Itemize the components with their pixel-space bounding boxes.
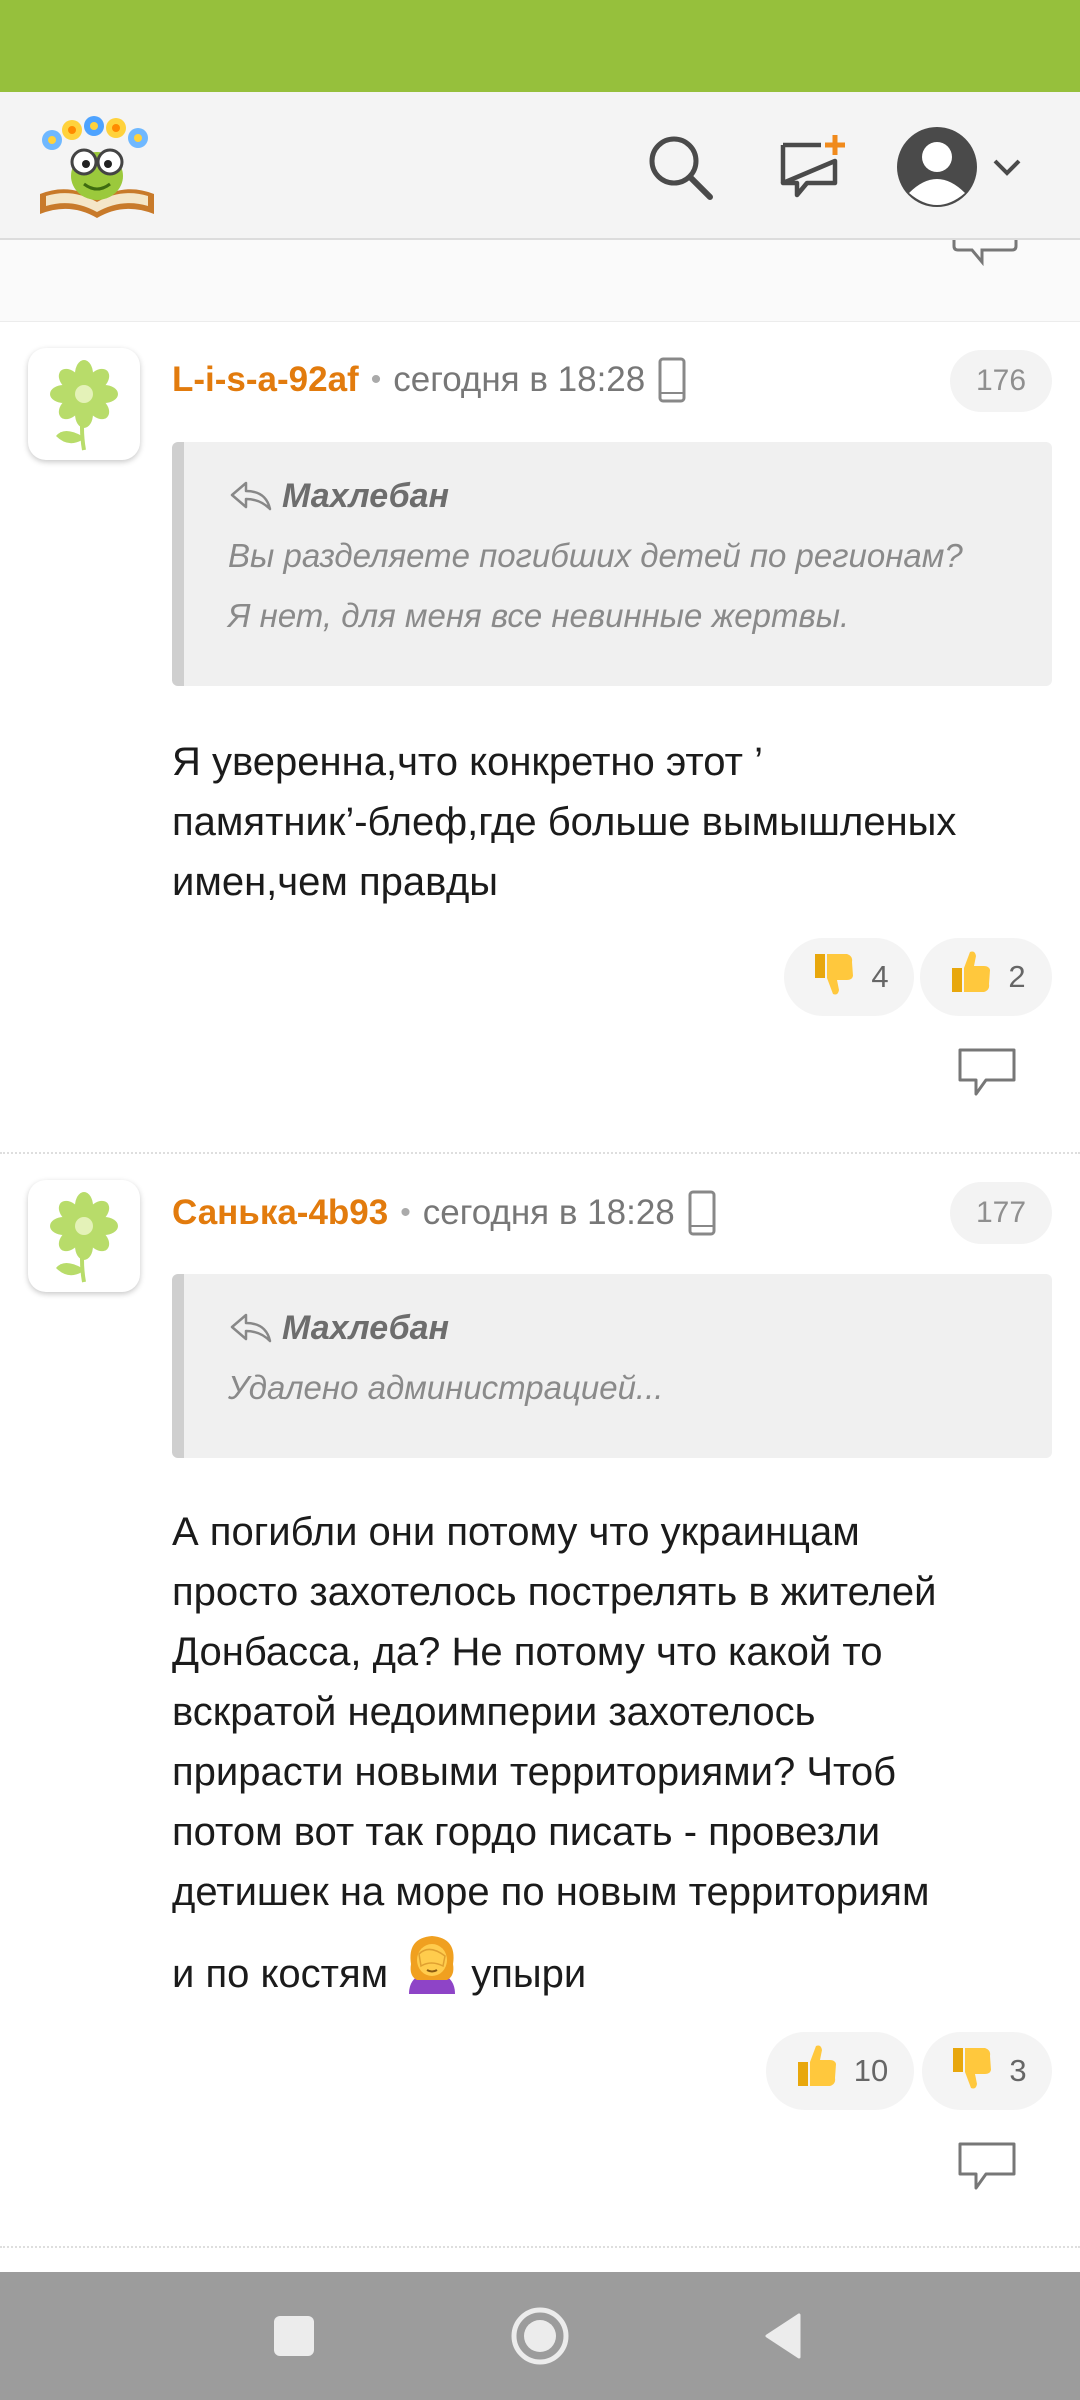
quoted-reply: Махлебан Удалено администрацией... — [172, 1274, 1052, 1458]
comment-timestamp: сегодня в 18:28 — [422, 1193, 675, 1232]
mobile-device-icon — [657, 357, 687, 403]
previous-comment-tail — [0, 240, 1080, 322]
site-logo[interactable] — [34, 110, 160, 222]
comment-divider — [0, 2246, 1080, 2248]
reply-arrow-icon — [230, 1313, 272, 1343]
home-button[interactable] — [500, 2296, 580, 2376]
comment-number-badge[interactable]: 176 — [950, 350, 1052, 412]
quote-author[interactable]: Махлебан — [282, 477, 449, 516]
reply-button[interactable] — [952, 2136, 1022, 2196]
status-bar — [0, 0, 1080, 92]
avatar-icon — [897, 127, 977, 207]
reply-button[interactable] — [952, 1042, 1022, 1102]
quoted-reply: Махлебан Вы разделяете погибших детей по… — [172, 442, 1052, 686]
mobile-device-icon — [687, 1190, 717, 1236]
facepalm-emoji-icon — [399, 1930, 465, 2013]
like-count: 10 — [853, 2053, 889, 2088]
quote-text: Вы разделяете погибших детей по регионам… — [228, 537, 963, 634]
dislike-button[interactable]: 4 — [784, 938, 914, 1016]
search-button[interactable] — [635, 122, 725, 212]
comment-body: А погибли они потому что украинцам прост… — [172, 1502, 1052, 2013]
comment-card: Санька-4b93 • сегодня в 18:28 177 Махлеб… — [0, 1154, 1080, 2244]
comment-timestamp: сегодня в 18:28 — [393, 360, 646, 399]
like-button[interactable]: 10 — [766, 2032, 914, 2110]
comment-body: Я уверенна,что конкретно этот ’ памятник… — [172, 740, 957, 904]
user-avatar[interactable] — [28, 1180, 140, 1292]
like-count: 2 — [1008, 959, 1026, 994]
back-button[interactable] — [744, 2296, 824, 2376]
comment-author[interactable]: Санька-4b93 — [172, 1193, 388, 1233]
system-navigation-bar — [0, 2272, 1080, 2400]
dislike-count: 4 — [871, 959, 889, 994]
thumbs-up-icon — [946, 948, 996, 1006]
meta-separator: • — [400, 1196, 411, 1229]
chevron-down-icon — [993, 159, 1021, 176]
reply-icon — [958, 1048, 1016, 1096]
comment-author[interactable]: L-i-s-a-92af — [172, 360, 359, 400]
recents-button[interactable] — [254, 2296, 334, 2376]
app-header — [0, 92, 1080, 240]
thumbs-up-icon — [792, 2042, 842, 2100]
reply-arrow-icon — [230, 481, 272, 511]
dislike-button[interactable]: 3 — [922, 2032, 1052, 2110]
new-post-icon — [780, 135, 845, 198]
home-circle-icon — [511, 2307, 569, 2365]
thumbs-down-icon — [809, 948, 859, 1006]
back-triangle-icon — [765, 2313, 801, 2359]
comment-number-badge[interactable]: 177 — [950, 1182, 1052, 1244]
dislike-count: 3 — [1009, 2053, 1027, 2088]
flower-avatar-icon — [50, 360, 118, 451]
new-post-button[interactable] — [768, 122, 858, 212]
comment-card: L-i-s-a-92af • сегодня в 18:28 176 Махле… — [0, 322, 1080, 1152]
quote-text: Удалено администрацией... — [228, 1369, 664, 1406]
comment-meta: Санька-4b93 • сегодня в 18:28 — [172, 1185, 717, 1241]
square-icon — [274, 2316, 314, 2356]
reply-icon[interactable] — [950, 240, 1020, 268]
quote-author[interactable]: Махлебан — [282, 1309, 449, 1348]
like-button[interactable]: 2 — [920, 938, 1052, 1016]
reply-icon — [958, 2142, 1016, 2190]
user-avatar[interactable] — [28, 348, 140, 460]
search-icon — [649, 136, 713, 200]
meta-separator: • — [370, 363, 382, 396]
profile-menu-button[interactable] — [895, 122, 1045, 212]
thumbs-down-icon — [947, 2042, 997, 2100]
flower-avatar-icon — [50, 1192, 118, 1283]
comment-meta: L-i-s-a-92af • сегодня в 18:28 — [172, 352, 687, 408]
